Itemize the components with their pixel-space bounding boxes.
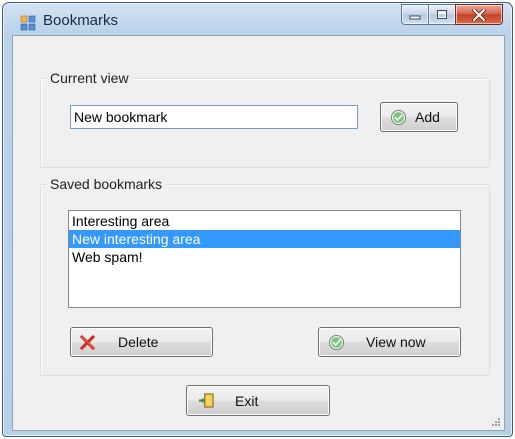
check-circle-icon [328,334,345,350]
bookmarks-listbox[interactable]: Interesting area New interesting area Web … [68,210,461,308]
saved-bookmarks-label: Saved bookmarks [47,176,166,192]
view-now-button[interactable]: View now [318,327,461,357]
red-x-icon [80,334,95,350]
delete-button[interactable]: Delete [70,327,213,357]
exit-button[interactable]: Exit [186,385,330,416]
add-button[interactable]: Add [380,102,458,132]
resize-grip-icon[interactable] [490,416,501,427]
delete-button-label: Delete [118,334,159,350]
list-item[interactable]: New interesting area [69,230,460,248]
check-circle-icon [390,109,407,125]
bookmark-name-input[interactable] [70,105,358,129]
title-bar[interactable]: Bookmarks [3,3,512,35]
list-item[interactable]: Web spam! [69,248,460,266]
maximize-icon [437,10,447,19]
list-item[interactable]: Interesting area [69,212,460,230]
minimize-icon [409,15,421,19]
view-now-button-label: View now [366,334,426,350]
current-view-label: Current view [47,70,132,86]
caption-buttons [401,4,503,25]
exit-door-icon [198,393,214,408]
current-view-group: Current view Add [40,70,490,168]
client-area: Current view Add Saved bookmarks Interes… [12,35,505,431]
maximize-button[interactable] [428,4,455,25]
close-button[interactable] [455,4,503,25]
close-icon [472,8,486,21]
app-icon [20,15,36,31]
bookmarks-window: Bookmarks Current view New bookmark Add … [2,2,513,437]
exit-button-label: Exit [235,392,259,409]
add-button-label: Add [415,109,440,125]
window-title: Bookmarks [43,12,119,29]
saved-bookmarks-group: Saved bookmarks Interesting area New inte… [40,176,490,376]
minimize-button[interactable] [401,4,428,25]
